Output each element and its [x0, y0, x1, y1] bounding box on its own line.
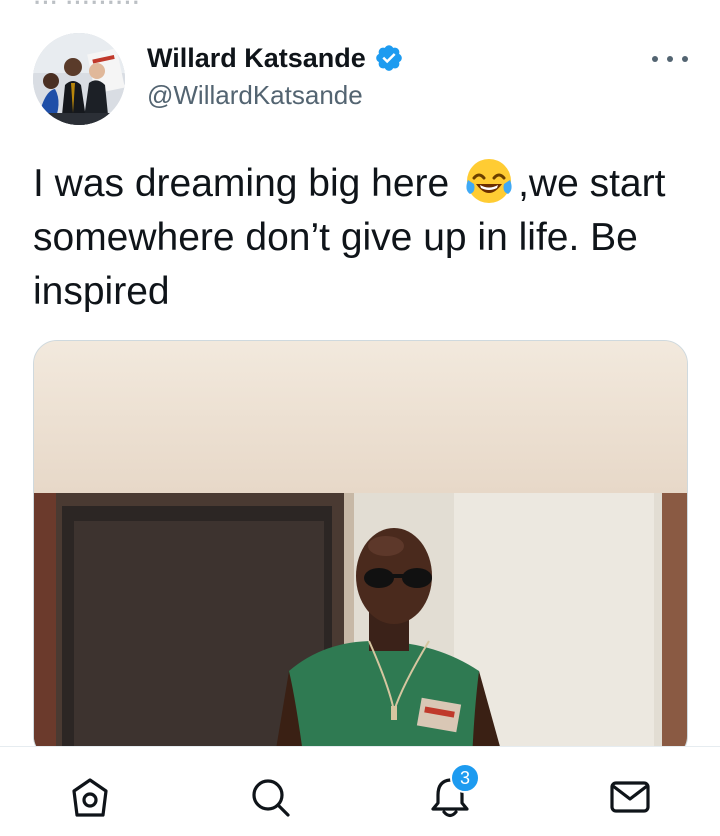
more-options-button[interactable]	[652, 46, 688, 72]
previous-tweet-remnant: ··· ·········	[0, 0, 720, 28]
author-name[interactable]: Willard Katsande	[147, 43, 366, 74]
author-handle[interactable]: @WillardKatsande	[147, 80, 404, 111]
tweet-page: ··· ········· Willard Katsande @WillardK…	[0, 0, 720, 836]
dot-icon	[667, 56, 673, 62]
dot-icon	[682, 56, 688, 62]
tears-of-joy-emoji-icon	[466, 159, 512, 203]
previous-tweet-text: ··· ·········	[34, 0, 142, 15]
messages-icon[interactable]	[608, 775, 652, 819]
home-icon[interactable]	[68, 775, 112, 819]
tweet-text: I was dreaming big here ,we start somewh…	[33, 154, 693, 319]
tweet-text-part-1: I was dreaming big here	[33, 162, 461, 205]
bottom-navigation-bar	[0, 746, 720, 836]
dot-icon	[652, 56, 658, 62]
search-icon[interactable]	[248, 775, 292, 819]
notifications-badge: 3	[450, 763, 480, 793]
tweet-media-photo[interactable]	[33, 340, 688, 760]
tweet-author[interactable]: Willard Katsande @WillardKatsande	[147, 40, 404, 111]
verified-badge-icon	[376, 45, 402, 71]
avatar[interactable]	[33, 33, 125, 125]
